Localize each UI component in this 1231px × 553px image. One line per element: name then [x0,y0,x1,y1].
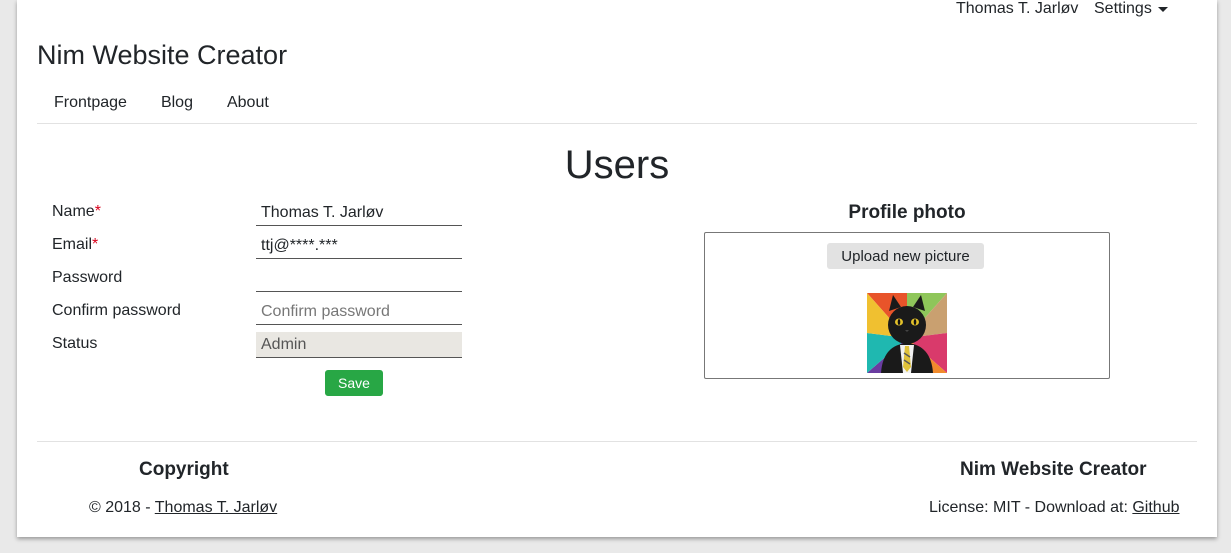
name-label-text: Name [52,203,95,220]
name-field[interactable] [256,200,462,226]
email-field[interactable] [256,233,462,259]
nav-frontpage[interactable]: Frontpage [37,91,144,115]
password-label: Password [52,269,123,286]
confirm-password-field[interactable] [256,299,462,325]
profile-photo-box: Upload new picture [704,232,1110,379]
page-title: Users [564,143,670,187]
footer-copyright-heading: Copyright [139,459,229,480]
copyright-prefix: © 2018 - [89,499,155,516]
nav-blog[interactable]: Blog [144,91,210,115]
required-marker: * [92,236,99,253]
profile-photo-image [867,293,947,373]
footer-site-heading: Nim Website Creator [960,459,1147,480]
caret-down-icon [1157,6,1168,12]
confirm-password-label: Confirm password [52,302,181,319]
copyright-author-link[interactable]: Thomas T. Jarløv [155,499,277,516]
settings-dropdown[interactable]: Settings [1094,0,1168,18]
nav-about[interactable]: About [210,91,286,115]
footer-copyright-text: © 2018 - Thomas T. Jarløv [89,499,277,517]
footer-divider [37,441,1197,442]
status-label: Status [52,335,98,352]
main-nav: Frontpage Blog About [37,91,286,115]
save-button[interactable]: Save [325,370,383,396]
name-label: Name* [52,203,101,221]
header-divider [37,123,1197,124]
settings-label: Settings [1094,0,1152,17]
page-container: Thomas T. Jarløv Settings Nim Website Cr… [17,0,1217,537]
email-label-text: Email [52,236,93,253]
email-label: Email* [52,236,98,254]
github-link[interactable]: Github [1132,499,1179,516]
upload-picture-button[interactable]: Upload new picture [827,243,984,269]
password-field[interactable] [256,266,462,292]
license-prefix: License: MIT - Download at: [929,499,1133,516]
footer-license-text: License: MIT - Download at: Github [929,499,1180,517]
topbar-user-link[interactable]: Thomas T. Jarløv [956,0,1078,18]
required-marker: * [94,203,101,220]
status-field [256,332,462,358]
profile-photo-heading: Profile photo [848,202,966,223]
site-title[interactable]: Nim Website Creator [37,40,287,71]
